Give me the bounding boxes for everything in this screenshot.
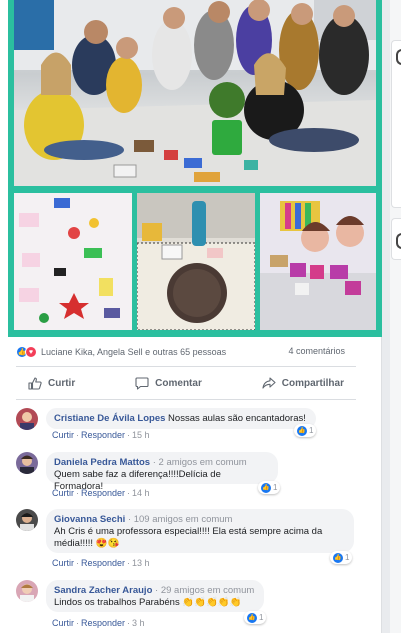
comment-bubble: Sandra Zacher Araujo · 29 amigos em comu… (46, 580, 264, 612)
comment-like-count: 1 (273, 483, 278, 492)
comment-text: Ah Cris é uma professora especial!!!! El… (54, 526, 323, 549)
like-badge-icon: 👍 (261, 482, 271, 493)
comment-like-count: 1 (309, 426, 314, 435)
puppets-photo[interactable] (260, 193, 376, 330)
avatar-image (16, 580, 38, 602)
avatar-image (16, 452, 38, 474)
comment-meta: Curtir · Responder · 3 h (52, 618, 145, 628)
photo-collage[interactable] (8, 0, 382, 337)
like-button-label: Curtir (48, 377, 76, 389)
like-badge-icon: 👍 (333, 552, 343, 563)
partial-glyph-icon (396, 49, 401, 65)
reactions-summary[interactable]: 👍 ♥ Luciane Kika, Angela Sell e outras 6… (16, 344, 226, 360)
puppets-illustration (260, 193, 376, 330)
avatar-image (16, 408, 38, 430)
group-photo[interactable] (14, 0, 376, 186)
divider (16, 366, 356, 367)
comment-bubble: Daniela Pedra Mattos · 2 amigos em comum… (46, 452, 278, 492)
comment-button[interactable]: Comentar (123, 376, 214, 390)
like-badge-icon: 👍 (247, 612, 257, 623)
mutual-friends: · 29 amigos em comum (155, 585, 255, 596)
thumbs-up-icon (28, 376, 42, 390)
avatar[interactable] (16, 452, 38, 474)
like-button[interactable]: Curtir (16, 376, 87, 390)
right-column-card (391, 40, 401, 208)
right-column-card (391, 218, 401, 260)
comment-author[interactable]: Giovanna Sechi (54, 514, 125, 525)
avatar[interactable] (16, 408, 38, 430)
comment-author[interactable]: Daniela Pedra Mattos (54, 457, 150, 468)
comment-bubble: Cristiane De Ávila Lopes Nossas aulas sã… (46, 408, 316, 429)
mutual-friends-text[interactable]: 29 amigos em comum (161, 585, 254, 596)
table-photo[interactable] (137, 193, 255, 330)
mutual-friends: · 109 amigos em comum (127, 514, 233, 525)
comment-text: Nossas aulas são encantadoras! (168, 413, 306, 424)
materials-photo[interactable] (14, 193, 132, 330)
divider (16, 399, 356, 400)
comment-like-link[interactable]: Curtir (52, 488, 74, 498)
separator-dot: · (127, 488, 131, 498)
comment-like-badge[interactable]: 👍 1 (258, 481, 281, 494)
group-photo-illustration (14, 0, 376, 186)
separator-dot: · (76, 618, 79, 628)
comment-reply-link[interactable]: Responder (81, 558, 125, 568)
like-badge-icon: 👍 (297, 425, 307, 436)
comment-reply-link[interactable]: Responder (81, 430, 125, 440)
post-action-bar: Curtir Comentar Compartilhar (16, 370, 356, 396)
comment-meta: Curtir · Responder · 14 h (52, 488, 150, 498)
comment-reply-link[interactable]: Responder (81, 618, 125, 628)
materials-illustration (14, 193, 132, 330)
comment-like-badge[interactable]: 👍 1 (294, 424, 317, 437)
separator-dot: · (127, 430, 131, 440)
separator-dot: · (127, 618, 131, 628)
comment-like-count: 1 (345, 553, 350, 562)
mutual-friends: · 2 amigos em comum (152, 457, 247, 468)
avatar-image (16, 509, 38, 531)
comment-author[interactable]: Sandra Zacher Araujo (54, 585, 152, 596)
separator-dot: · (76, 488, 79, 498)
partial-glyph-icon (396, 233, 401, 249)
comment-meta: Curtir · Responder · 13 h (52, 558, 150, 568)
comment-author[interactable]: Cristiane De Ávila Lopes (54, 413, 165, 424)
comment-like-link[interactable]: Curtir (52, 618, 74, 628)
share-button[interactable]: Compartilhar (250, 376, 356, 390)
mutual-friends-text[interactable]: 2 amigos em comum (159, 457, 247, 468)
comment-like-badge[interactable]: 👍 1 (244, 611, 267, 624)
reactions-text[interactable]: Luciane Kika, Angela Sell e outras 65 pe… (41, 347, 226, 357)
comment-time[interactable]: 14 h (132, 488, 150, 498)
separator-dot: · (76, 558, 79, 568)
comment-text: Lindos os trabalhos Parabéns 👏👏👏👏👏 (54, 597, 242, 608)
comment-time[interactable]: 15 h (132, 430, 150, 440)
avatar[interactable] (16, 509, 38, 531)
speech-bubble-icon (135, 376, 149, 390)
comment-like-count: 1 (259, 613, 264, 622)
comment-button-label: Comentar (155, 377, 202, 389)
comment-like-badge[interactable]: 👍 1 (330, 551, 353, 564)
share-button-label: Compartilhar (281, 377, 344, 389)
love-reaction-icon: ♥ (25, 346, 37, 358)
comment-time[interactable]: 13 h (132, 558, 150, 568)
avatar[interactable] (16, 580, 38, 602)
share-arrow-icon (262, 376, 276, 389)
comment-meta: Curtir · Responder · 15 h (52, 430, 150, 440)
comment-like-link[interactable]: Curtir (52, 558, 74, 568)
comment-reply-link[interactable]: Responder (81, 488, 125, 498)
comment-like-link[interactable]: Curtir (52, 430, 74, 440)
comment-time[interactable]: 3 h (132, 618, 145, 628)
separator-dot: · (76, 430, 79, 440)
table-illustration (137, 193, 255, 330)
separator-dot: · (127, 558, 131, 568)
facebook-post: 👍 ♥ Luciane Kika, Angela Sell e outras 6… (0, 0, 382, 633)
comments-count[interactable]: 4 comentários (288, 346, 345, 356)
mutual-friends-text[interactable]: 109 amigos em comum (134, 514, 233, 525)
comment-bubble: Giovanna Sechi · 109 amigos em comum Ah … (46, 509, 354, 553)
